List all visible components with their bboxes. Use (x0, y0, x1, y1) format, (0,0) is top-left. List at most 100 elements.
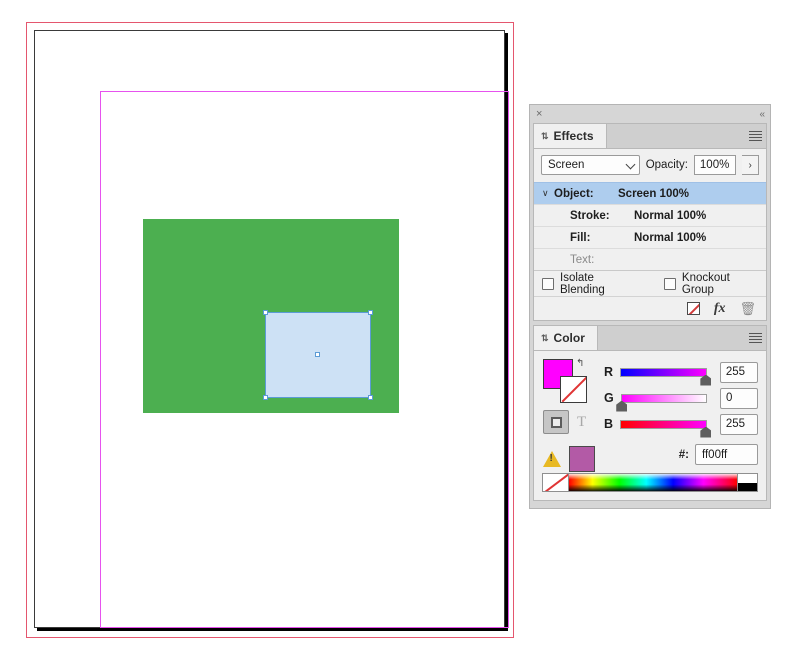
selection-handle-top-right[interactable] (368, 310, 373, 315)
delete-effect-button[interactable]: 🗑 (739, 301, 756, 317)
container-icon (550, 416, 562, 428)
panel-grip-icon: ⇅ (541, 332, 549, 343)
effects-checkbox-row: Isolate Blending Knockout Group (534, 270, 766, 296)
slider-track-r[interactable] (620, 367, 712, 386)
slider-thumb-g[interactable] (616, 400, 628, 412)
slider-label-r: R (604, 365, 614, 379)
document-canvas[interactable] (0, 0, 520, 666)
spectrum-ramp[interactable] (569, 474, 737, 491)
color-panel-menu-button[interactable] (744, 326, 766, 350)
effects-tabbar-filler (607, 124, 744, 148)
gamut-warning-row (543, 446, 599, 472)
color-panel: ⇅ Color ↰ T ! R 255 G 0 B 255 #: ff00ff (533, 325, 767, 501)
add-effect-button[interactable]: fx (714, 301, 726, 317)
close-icon[interactable]: × (536, 108, 542, 120)
hamburger-icon (748, 331, 762, 345)
effects-row-fill-value: Normal 100% (634, 231, 707, 244)
effects-row-stroke-label: Stroke: (570, 209, 610, 222)
blend-mode-value: Screen (548, 159, 585, 171)
opacity-value: 100% (699, 159, 730, 171)
slider-label-g: G (604, 391, 614, 405)
dock-titlebar[interactable]: × « (530, 105, 770, 123)
hex-input[interactable]: ff00ff (695, 444, 758, 465)
slider-track-b[interactable] (620, 419, 712, 438)
app-root: × « ⇅ Effects Screen Opacity: 100% › ∨ O… (0, 0, 805, 666)
slider-input-r[interactable]: 255 (719, 361, 758, 383)
effects-row-stroke[interactable]: Stroke: Normal 100% (534, 204, 766, 226)
effects-panel-menu-button[interactable] (744, 124, 766, 148)
slider-row-b: B 255 (604, 411, 758, 438)
clear-effects-button[interactable] (686, 302, 700, 315)
color-swatch-column: ↰ T (543, 358, 599, 472)
slider-row-g: G 0 (604, 385, 758, 412)
opacity-input[interactable]: 100% (693, 155, 737, 175)
rgb-sliders: R 255 G 0 B 255 #: ff00ff (604, 359, 758, 465)
spectrum-none-swatch[interactable] (543, 474, 569, 491)
white-swatch[interactable] (738, 474, 757, 483)
apply-target-row: T (543, 410, 599, 434)
tab-effects[interactable]: ⇅ Effects (534, 124, 607, 148)
stroke-swatch-none[interactable] (560, 376, 587, 403)
hex-value: ff00ff (702, 448, 728, 461)
panel-dock: × « ⇅ Effects Screen Opacity: 100% › ∨ O… (529, 104, 771, 509)
effects-row-stroke-value: Normal 100% (634, 209, 707, 222)
isolate-blending-checkbox[interactable]: Isolate Blending (542, 272, 635, 296)
disclosure-triangle-icon[interactable]: ∨ (542, 188, 554, 199)
effects-row-fill[interactable]: Fill: Normal 100% (534, 226, 766, 248)
effects-row-object-value: Screen 100% (618, 187, 689, 200)
checkbox-icon[interactable] (663, 277, 676, 290)
effects-panel: ⇅ Effects Screen Opacity: 100% › ∨ Objec… (533, 123, 767, 321)
hex-label: #: (678, 448, 689, 461)
slider-row-r: R 255 (604, 359, 758, 386)
out-of-gamut-warning-icon[interactable] (543, 451, 561, 467)
effects-row-object-label: Object: (554, 187, 594, 200)
slider-thumb-b[interactable] (700, 426, 712, 438)
spectrum-white-black-swatch[interactable] (737, 474, 757, 491)
checkbox-icon[interactable] (542, 277, 554, 290)
slider-track-g[interactable] (616, 393, 708, 412)
color-panel-tabbar: ⇅ Color (534, 326, 766, 351)
blue-rectangle-selected[interactable] (263, 310, 373, 400)
hex-row: #: ff00ff (604, 444, 758, 465)
opacity-stepper[interactable]: › (742, 155, 759, 175)
selection-handle-bottom-left[interactable] (263, 395, 268, 400)
apply-to-container-button[interactable] (543, 410, 569, 434)
effects-panel-tabbar: ⇅ Effects (534, 124, 766, 149)
fx-icon: fx (713, 300, 726, 316)
tab-effects-label: Effects (553, 129, 594, 143)
selection-handle-center[interactable] (315, 352, 320, 357)
isolate-blending-label: Isolate Blending (560, 271, 605, 296)
slider-thumb-r[interactable] (700, 374, 712, 386)
in-gamut-swatch[interactable] (569, 446, 595, 472)
chevron-right-icon: › (748, 159, 752, 171)
slider-value-g: 0 (726, 392, 733, 404)
knockout-group-label: Knockout Group (681, 271, 730, 296)
black-swatch[interactable] (738, 482, 757, 491)
color-tabbar-filler (598, 326, 744, 350)
chevron-down-icon (625, 159, 636, 170)
slider-label-b: B (604, 417, 614, 431)
selection-handle-top-left[interactable] (263, 310, 268, 315)
panel-grip-icon: ⇅ (541, 130, 549, 141)
tab-color[interactable]: ⇅ Color (534, 326, 598, 350)
effects-row-text[interactable]: Text: (534, 248, 766, 270)
apply-to-text-button[interactable]: T (577, 414, 586, 431)
selection-handle-bottom-right[interactable] (368, 395, 373, 400)
effects-row-fill-label: Fill: (570, 231, 591, 244)
blend-mode-select[interactable]: Screen (541, 155, 640, 175)
color-spectrum-bar (542, 473, 758, 492)
collapse-panel-icon[interactable]: « (759, 109, 764, 120)
slider-input-g[interactable]: 0 (720, 387, 758, 409)
effects-panel-body: Screen Opacity: 100% › ∨ Object: Screen … (534, 149, 766, 320)
effects-row-object[interactable]: ∨ Object: Screen 100% (534, 182, 766, 204)
swap-fill-stroke-icon[interactable]: ↰ (576, 358, 584, 369)
effects-blend-row: Screen Opacity: 100% › (534, 149, 766, 182)
knockout-group-checkbox[interactable]: Knockout Group (663, 271, 758, 296)
color-panel-body: ↰ T R (534, 351, 766, 500)
clear-effects-icon (686, 302, 700, 315)
slider-input-b[interactable]: 255 (719, 413, 758, 435)
effects-footer-toolbar: fx 🗑 (534, 296, 766, 320)
effects-row-text-label: Text: (570, 253, 595, 266)
slider-value-r: 255 (725, 366, 746, 378)
trash-icon: 🗑 (739, 300, 756, 316)
